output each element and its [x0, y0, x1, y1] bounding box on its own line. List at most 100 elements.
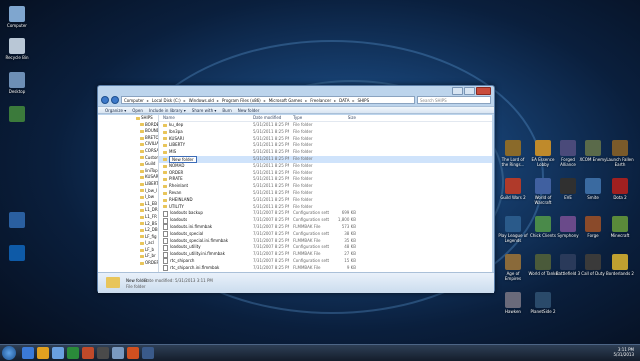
desktop-icon[interactable]: [2, 106, 32, 123]
desktop-icon[interactable]: [2, 212, 32, 229]
taskbar-app-icon[interactable]: [97, 347, 109, 359]
nav-tree-item[interactable]: CORSA: [98, 148, 158, 155]
nav-tree-item[interactable]: BOUND: [98, 128, 158, 135]
file-row[interactable]: ku_dep5/31/2011 8:25 PMFile folder: [159, 122, 492, 129]
desktop-icon[interactable]: Smite: [578, 178, 608, 200]
desktop-icon[interactable]: Guild Wars 2: [498, 178, 528, 200]
file-row[interactable]: UTILITY5/31/2011 8:25 PMFile folder: [159, 204, 492, 211]
file-row[interactable]: LIBERTY5/31/2011 8:25 PMFile folder: [159, 142, 492, 149]
nav-tree-item[interactable]: Guild: [98, 161, 158, 168]
file-row[interactable]: NOMAD5/31/2011 8:25 PMFile folder: [159, 163, 492, 170]
file-row[interactable]: MIS5/31/2011 8:25 PMFile folder: [159, 149, 492, 156]
nav-tree-item[interactable]: I_bw: [98, 194, 158, 201]
nav-tree-item[interactable]: L1_FR: [98, 214, 158, 221]
column-type[interactable]: Type: [289, 115, 329, 121]
nav-tree-item[interactable]: SHIPS: [98, 115, 158, 122]
file-row[interactable]: loadouts_special7/31/2007 8:25 PMConfigu…: [159, 231, 492, 238]
nav-tree-item[interactable]: L1_EB: [98, 201, 158, 208]
breadcrumb-windows-old[interactable]: Windows.old: [189, 98, 214, 103]
desktop-icon[interactable]: PlanetSide 2: [528, 292, 558, 314]
breadcrumb-ships[interactable]: SHIPS: [357, 98, 369, 103]
file-row[interactable]: loadouts.ini.flmmbak7/31/2007 8:25 PMFLM…: [159, 224, 492, 231]
nav-tree-item[interactable]: BORDE: [98, 122, 158, 129]
file-row[interactable]: ORDER5/31/2011 8:25 PMFile folder: [159, 170, 492, 177]
file-row[interactable]: lbn3pa5/31/2011 8:25 PMFile folder: [159, 129, 492, 136]
toolbar-burn-button[interactable]: Burn: [222, 108, 231, 113]
explorer-window[interactable]: Computer▸Local Disk (C:)▸Windows.old▸Pro…: [97, 85, 495, 293]
taskbar-app-icon[interactable]: [67, 347, 79, 359]
file-row[interactable]: loadouts backup7/31/2007 8:25 PMConfigur…: [159, 210, 492, 217]
nav-tree-item[interactable]: BRETO: [98, 135, 158, 142]
navigation-pane[interactable]: SHIPSBORDEBOUNDBRETOCIVILIACORSACustomGu…: [98, 115, 159, 272]
nav-tree-item[interactable]: LF_b: [98, 247, 158, 254]
column-name[interactable]: Name: [159, 115, 249, 121]
toolbar-share-with-button[interactable]: Share with ▾: [192, 108, 217, 113]
file-row[interactable]: rtc_shiparch.ini.flmmbak7/31/2007 8:25 P…: [159, 265, 492, 272]
file-row[interactable]: loadouts7/31/2007 8:25 PMConfiguration s…: [159, 217, 492, 224]
taskbar-app-icon[interactable]: [127, 347, 139, 359]
toolbar-include-in-library-button[interactable]: Include in library ▾: [149, 108, 186, 113]
nav-tree-item[interactable]: LIBERT: [98, 181, 158, 188]
file-row[interactable]: PIRATE5/31/2011 8:25 PMFile folder: [159, 176, 492, 183]
nav-tree-item[interactable]: l_acl: [98, 240, 158, 247]
toolbar-new-folder-button[interactable]: New folder: [238, 108, 260, 113]
taskbar-app-icon[interactable]: [142, 347, 154, 359]
desktop-icon[interactable]: Age of Empires: [498, 254, 528, 281]
desktop-icon[interactable]: Forge: [578, 216, 608, 238]
address-bar[interactable]: Computer▸Local Disk (C:)▸Windows.old▸Pro…: [121, 96, 415, 104]
file-row[interactable]: New folder5/31/2011 8:25 PMFile folder: [159, 156, 492, 163]
forward-button[interactable]: [111, 96, 119, 104]
desktop-icon[interactable]: Computer: [2, 6, 32, 28]
desktop-icon[interactable]: XCOM Enemy: [578, 140, 608, 162]
breadcrumb-freelancer[interactable]: Freelancer: [310, 98, 331, 103]
toolbar-organize-button[interactable]: Organize ▾: [105, 108, 126, 113]
back-button[interactable]: [101, 96, 109, 104]
column-date-modified[interactable]: Date modified: [249, 115, 289, 121]
desktop-icon[interactable]: Launch Fallen Earth: [605, 140, 635, 167]
desktop-icon[interactable]: Call of Duty: [578, 254, 608, 276]
toolbar-open-button[interactable]: Open: [132, 108, 143, 113]
nav-tree-item[interactable]: LF_fig: [98, 234, 158, 241]
title-bar[interactable]: [98, 86, 494, 95]
nav-tree-item[interactable]: Custom: [98, 155, 158, 162]
desktop-icon[interactable]: Minecraft: [605, 216, 635, 238]
file-row[interactable]: rtc_shiparch7/31/2007 8:25 PMConfigurati…: [159, 258, 492, 265]
desktop-icon[interactable]: The Lord of the Rings...: [498, 140, 528, 167]
file-list[interactable]: Name Date modified Type Size ku_dep5/31/…: [159, 115, 492, 272]
close-button[interactable]: [476, 87, 491, 95]
nav-tree-item[interactable]: L2_DB: [98, 227, 158, 234]
taskbar-app-icon[interactable]: [112, 347, 124, 359]
start-button[interactable]: [2, 346, 16, 360]
search-input[interactable]: Search SHIPS: [417, 96, 491, 104]
file-row[interactable]: KUSARI5/31/2011 8:25 PMFile folder: [159, 136, 492, 143]
desktop-icon[interactable]: Desktop: [2, 72, 32, 94]
column-size[interactable]: Size: [329, 115, 359, 121]
desktop-icon[interactable]: Dota 2: [605, 178, 635, 200]
minimize-button[interactable]: [452, 87, 463, 95]
file-row[interactable]: loadouts_utility.ini.flmmbak7/31/2007 8:…: [159, 251, 492, 258]
taskbar-app-icon[interactable]: [37, 347, 49, 359]
desktop-icon[interactable]: Play League of Legends: [498, 216, 528, 243]
file-row[interactable]: RHEINLAND5/31/2011 8:25 PMFile folder: [159, 197, 492, 204]
nav-tree-item[interactable]: CIVILIA: [98, 141, 158, 148]
desktop-icon[interactable]: Recycle Bin: [2, 38, 32, 60]
nav-tree-item[interactable]: I_bw_l: [98, 188, 158, 195]
nav-tree-item[interactable]: L2_BS: [98, 221, 158, 228]
desktop-icon[interactable]: Borderlands 2: [605, 254, 635, 276]
breadcrumb-data[interactable]: DATA: [339, 98, 349, 103]
breadcrumb-local-disk-c-[interactable]: Local Disk (C:): [152, 98, 181, 103]
nav-tree-item[interactable]: ORDER: [98, 260, 158, 267]
desktop-icon[interactable]: Hawken: [498, 292, 528, 314]
rename-input[interactable]: New folder: [169, 156, 197, 163]
file-row[interactable]: loadouts_utility7/31/2007 8:25 PMConfigu…: [159, 244, 492, 251]
nav-tree-item[interactable]: LF_br: [98, 253, 158, 260]
desktop-icon[interactable]: [2, 245, 32, 262]
breadcrumb-program-files-x86-[interactable]: Program Files (x86): [222, 98, 261, 103]
breadcrumb-microsoft-games[interactable]: Microsoft Games: [269, 98, 302, 103]
nav-tree-item[interactable]: liniTop: [98, 168, 158, 175]
maximize-button[interactable]: [464, 87, 475, 95]
taskbar-app-icon[interactable]: [52, 347, 64, 359]
tray-clock[interactable]: 3:11 PM 5/31/2013: [613, 347, 634, 357]
nav-tree-item[interactable]: KUSAR: [98, 174, 158, 181]
taskbar-app-icon[interactable]: [82, 347, 94, 359]
